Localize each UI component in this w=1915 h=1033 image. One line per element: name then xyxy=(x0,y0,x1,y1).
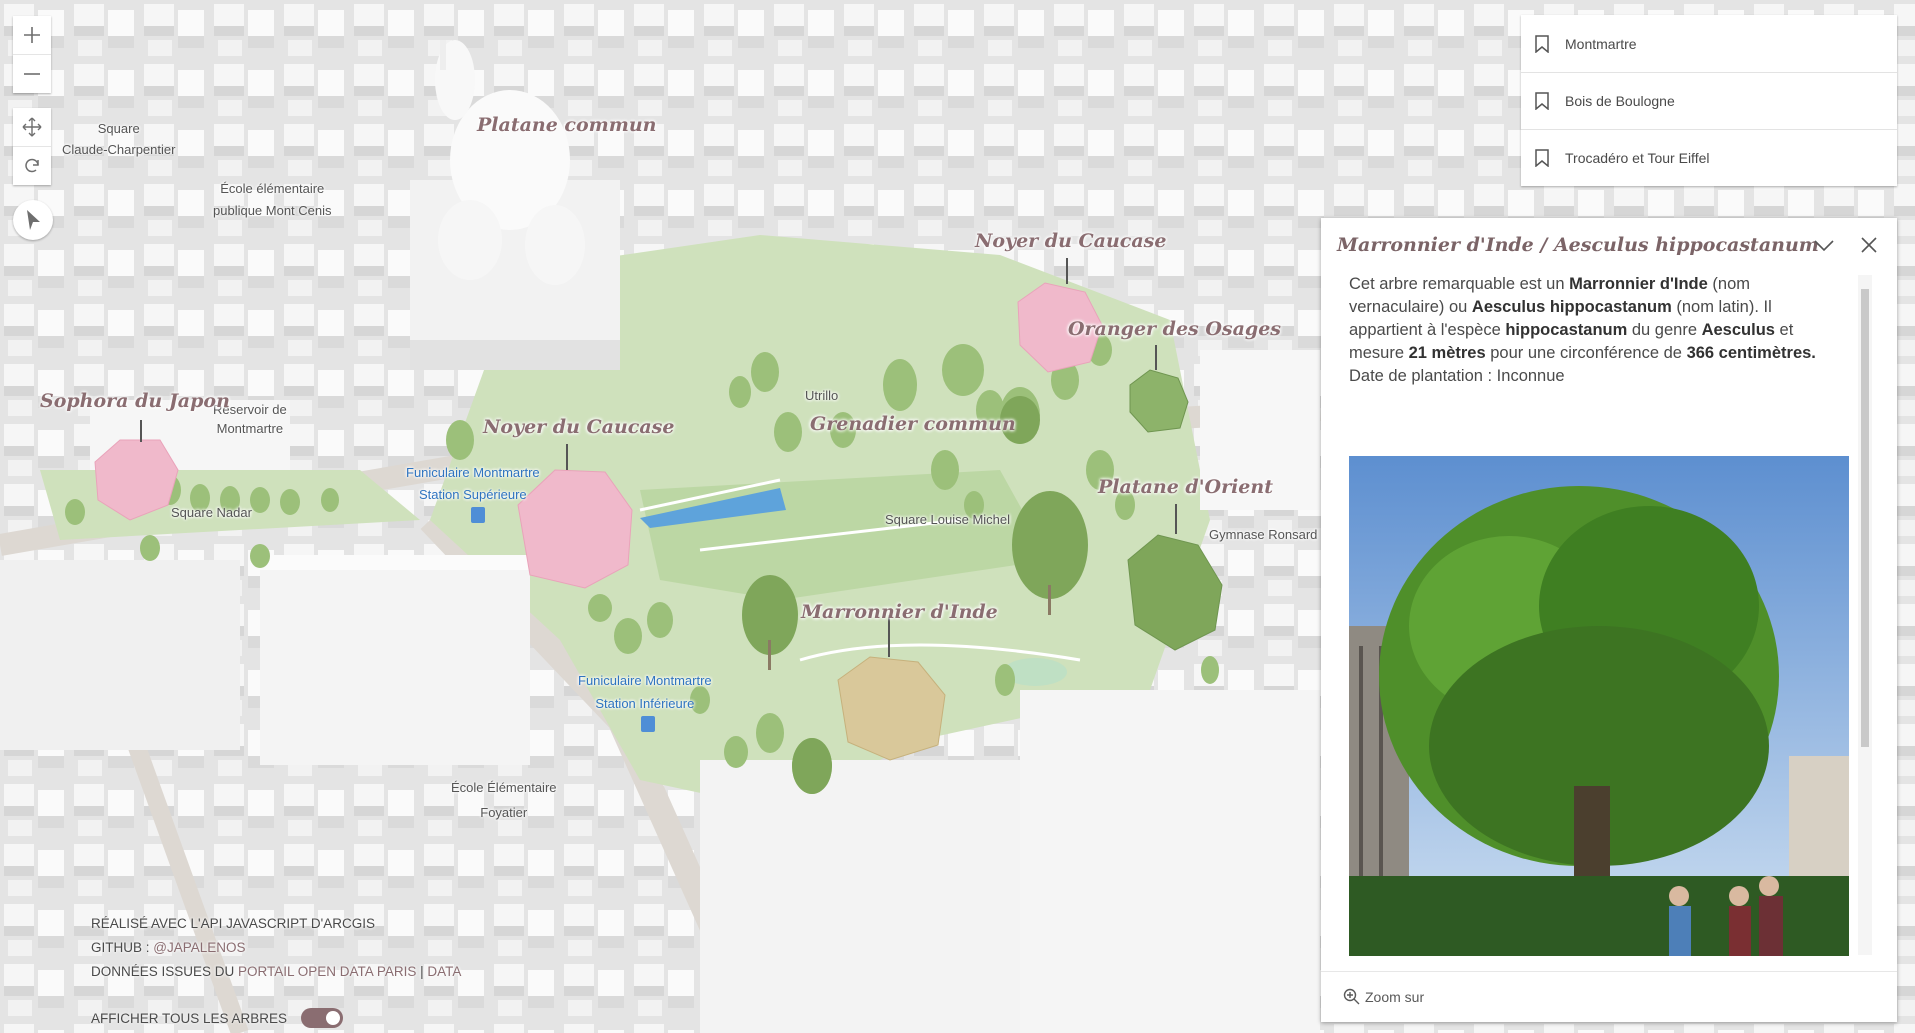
popup-footer: Zoom sur xyxy=(1321,971,1897,1021)
pan-button[interactable] xyxy=(13,108,51,146)
tree-label[interactable]: Platane d'Orient xyxy=(1098,476,1273,498)
place-label: Funiculaire Montmartre Station Inférieur… xyxy=(578,669,712,715)
bookmarks-panel: Montmartre Bois de Boulogne Trocadéro et… xyxy=(1521,15,1897,186)
compass-icon xyxy=(27,210,40,230)
collapse-button[interactable] xyxy=(1811,234,1837,258)
tree-circumference: 366 centimètres. xyxy=(1686,344,1816,362)
text: pour une circonférence de xyxy=(1485,344,1687,362)
place-label: École Élémentaire Foyatier xyxy=(451,775,557,825)
close-icon xyxy=(1861,237,1877,253)
zoom-to-button[interactable]: Zoom sur xyxy=(1343,988,1424,1006)
place-label-text: Utrillo xyxy=(805,388,839,403)
tree-photo-image xyxy=(1349,456,1849,956)
bookmark-icon xyxy=(1535,149,1549,167)
tree-label[interactable]: Oranger des Osages xyxy=(1068,318,1281,340)
place-label-text: École Élémentaire Foyatier xyxy=(451,780,557,820)
tree-label[interactable]: Platane commun xyxy=(477,114,657,136)
bookmark-bois-de-boulogne[interactable]: Bois de Boulogne xyxy=(1521,72,1897,129)
popup-scrollbar[interactable] xyxy=(1858,275,1872,955)
plus-icon xyxy=(24,27,40,43)
rotate-button[interactable] xyxy=(13,146,51,185)
data-link[interactable]: DATA xyxy=(427,964,461,979)
show-all-trees-toggle[interactable] xyxy=(301,1008,344,1028)
credit-line: DONNÉES ISSUES DU PORTAIL OPEN DATA PARI… xyxy=(91,960,461,984)
minus-icon xyxy=(24,73,40,75)
popup-title: Marronnier d'Inde / Aesculus hippocastan… xyxy=(1337,234,1819,256)
station-icon[interactable] xyxy=(641,716,655,732)
place-label: Square Nadar xyxy=(171,502,252,524)
place-label: Utrillo xyxy=(805,385,838,407)
place-label-text: Square Claude-Charpentier xyxy=(62,121,176,157)
credit-line: GITHUB : @JAPALENOS xyxy=(91,936,461,960)
chevron-down-icon xyxy=(1814,240,1834,252)
move-icon xyxy=(22,117,42,137)
latin-name: Aesculus hippocastanum xyxy=(1471,298,1672,316)
zoom-in-icon xyxy=(1343,988,1360,1004)
popup-description: Cet arbre remarquable est un Marronnier … xyxy=(1349,273,1849,388)
zoom-controls xyxy=(13,16,51,93)
bookmark-icon xyxy=(1535,92,1549,110)
zoom-to-label: Zoom sur xyxy=(1365,988,1425,1005)
bookmark-label: Bois de Boulogne xyxy=(1565,93,1675,109)
planting-date: Date de plantation : Inconnue xyxy=(1349,367,1565,385)
credit-text: GITHUB : xyxy=(91,940,154,955)
tree-label[interactable]: Marronnier d'Inde xyxy=(801,601,998,623)
bookmark-label: Trocadéro et Tour Eiffel xyxy=(1565,150,1710,166)
place-label-text: Gymnase Ronsard xyxy=(1209,527,1318,542)
zoom-in-button[interactable] xyxy=(13,16,51,54)
tree-height: 21 mètres xyxy=(1408,344,1486,362)
credits: RÉALISÉ AVEC L'API JAVASCRIPT D'ARCGIS G… xyxy=(91,912,461,984)
text: Cet arbre remarquable est un xyxy=(1349,275,1570,293)
github-link[interactable]: @JAPALENOS xyxy=(153,940,245,955)
station-icon[interactable] xyxy=(471,507,485,523)
show-all-trees-row: AFFICHER TOUS LES ARBRES xyxy=(91,1008,344,1028)
credit-line: RÉALISÉ AVEC L'API JAVASCRIPT D'ARCGIS xyxy=(91,916,375,931)
show-all-trees-label: AFFICHER TOUS LES ARBRES xyxy=(91,1010,288,1026)
place-label-text: Funiculaire Montmartre Station Supérieur… xyxy=(406,465,540,502)
close-button[interactable] xyxy=(1856,232,1882,258)
tree-label[interactable]: Noyer du Caucase xyxy=(483,416,674,438)
place-label: École élémentaire publique Mont Cenis xyxy=(213,178,332,222)
compass-button[interactable] xyxy=(13,200,53,240)
tree-photo xyxy=(1349,456,1849,956)
feature-popup: Marronnier d'Inde / Aesculus hippocastan… xyxy=(1321,218,1897,1022)
place-label: Square Louise Michel xyxy=(885,509,1010,531)
bookmark-label: Montmartre xyxy=(1565,35,1637,52)
place-label: Square Claude-Charpentier xyxy=(62,118,175,160)
place-label-text: Funiculaire Montmartre Station Inférieur… xyxy=(578,673,712,711)
species-name: hippocastanum xyxy=(1505,321,1628,339)
scroll-thumb[interactable] xyxy=(1861,289,1869,747)
navigation-controls xyxy=(13,108,51,185)
toggle-knob xyxy=(326,1011,341,1025)
place-label-text: Square Louise Michel xyxy=(885,512,1011,527)
bookmark-icon xyxy=(1535,34,1549,53)
rotate-icon xyxy=(25,158,39,173)
genus-name: Aesculus xyxy=(1701,321,1775,339)
zoom-out-button[interactable] xyxy=(13,54,51,93)
text: du genre xyxy=(1627,321,1702,339)
tree-label[interactable]: Noyer du Caucase xyxy=(975,230,1166,252)
open-data-link[interactable]: PORTAIL OPEN DATA PARIS xyxy=(238,964,416,979)
bookmark-montmartre[interactable]: Montmartre xyxy=(1521,15,1897,72)
place-label-text: Square Nadar xyxy=(171,505,252,520)
tree-label[interactable]: Sophora du Japon xyxy=(40,390,230,412)
credit-text: DONNÉES ISSUES DU xyxy=(91,964,239,979)
place-label-text: École élémentaire publique Mont Cenis xyxy=(213,181,332,218)
place-label: Funiculaire Montmartre Station Supérieur… xyxy=(406,462,540,506)
separator: | xyxy=(416,964,428,979)
tree-label[interactable]: Grenadier commun xyxy=(810,413,1016,435)
common-name: Marronnier d'Inde xyxy=(1569,275,1708,293)
place-label: Gymnase Ronsard xyxy=(1209,524,1317,546)
bookmark-trocadero[interactable]: Trocadéro et Tour Eiffel xyxy=(1521,129,1897,186)
